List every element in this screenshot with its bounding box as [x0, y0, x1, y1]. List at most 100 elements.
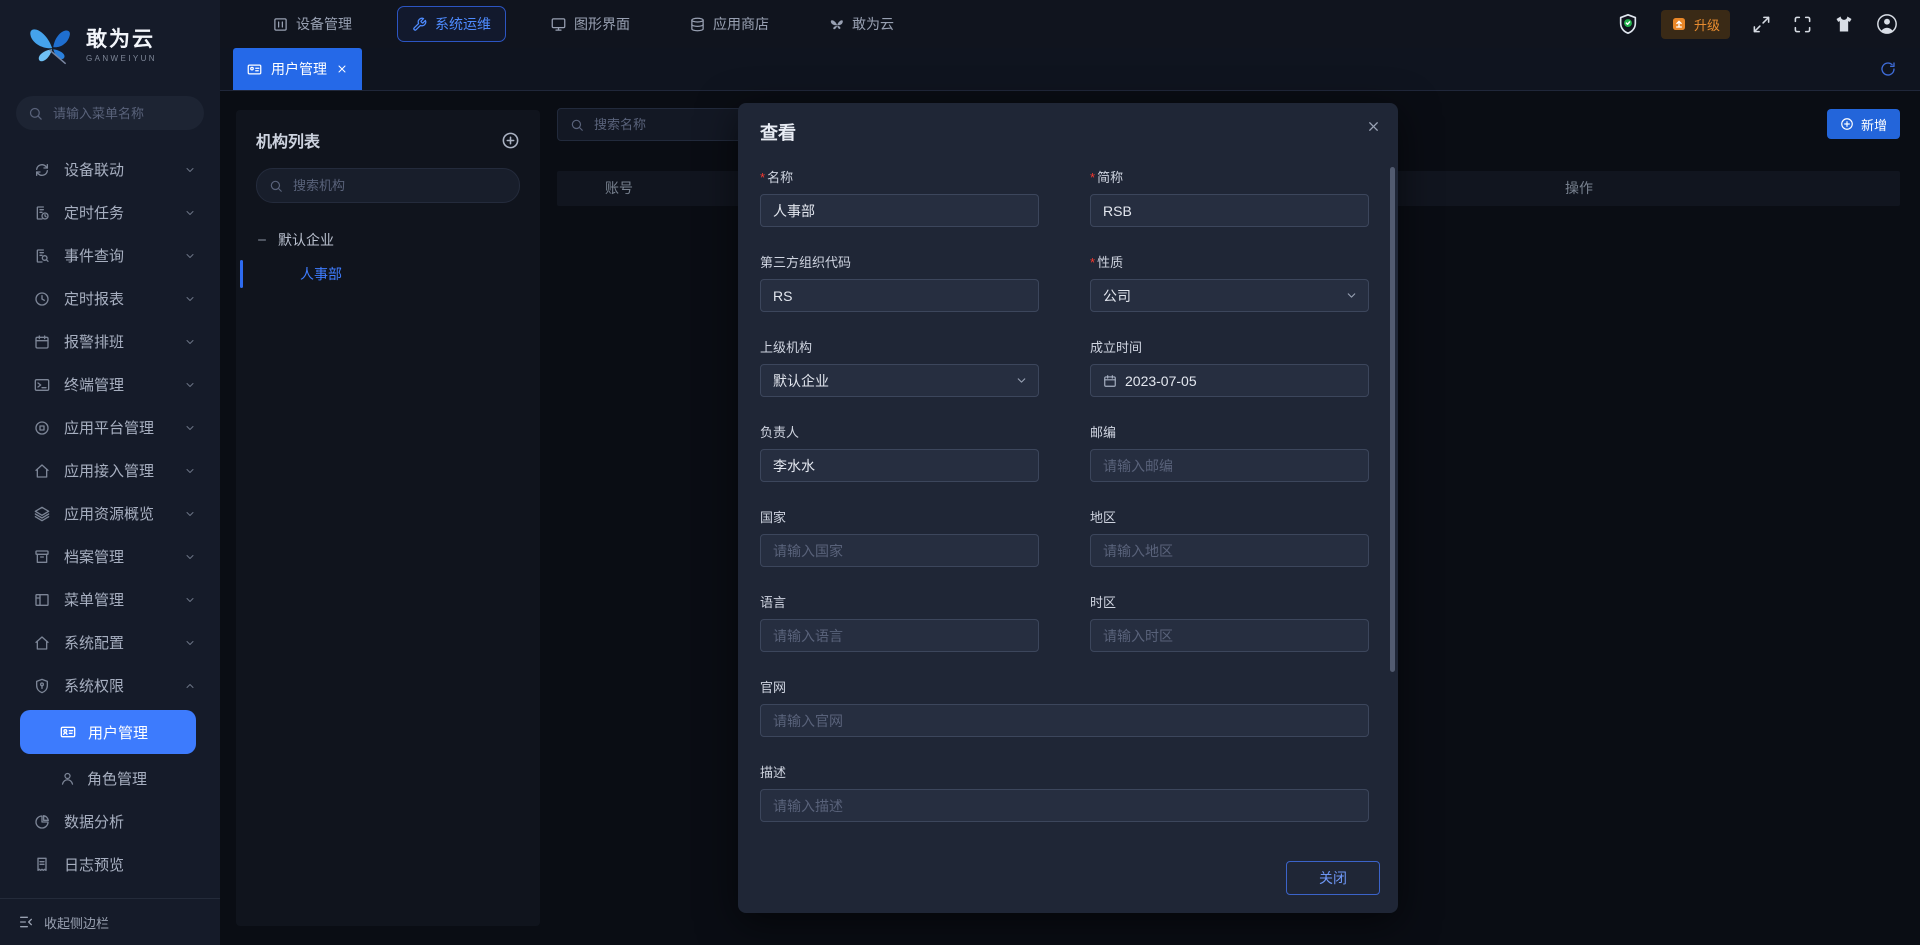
- shortname-field[interactable]: [1090, 194, 1369, 227]
- sidebar-item-label: 系统权限: [64, 678, 125, 695]
- tab-user-management[interactable]: 用户管理: [233, 48, 362, 90]
- database-icon: [691, 17, 704, 31]
- nav-item-graphic-interface[interactable]: 图形界面: [536, 6, 645, 42]
- scan-frame-icon[interactable]: [1793, 15, 1812, 34]
- platform-icon: [35, 420, 49, 435]
- sidebar-item-scheduled-reports[interactable]: 定时报表: [0, 277, 220, 320]
- sidebar-item-device-linkage[interactable]: 设备联动: [0, 148, 220, 191]
- chevron-down-icon: [1347, 293, 1356, 298]
- theme-tshirt-icon[interactable]: [1834, 14, 1854, 34]
- close-button[interactable]: 关闭: [1286, 861, 1380, 895]
- search-icon: [270, 180, 282, 192]
- org-search[interactable]: [256, 168, 520, 203]
- sidebar-item-scheduled-tasks[interactable]: 定时任务: [0, 191, 220, 234]
- sidebar-item-system-permissions[interactable]: 系统权限: [0, 664, 220, 707]
- sidebar-item-archive-management[interactable]: 档案管理: [0, 535, 220, 578]
- wrench-icon: [413, 17, 427, 31]
- sidebar-item-user-management[interactable]: 用户管理: [20, 710, 196, 754]
- website-field[interactable]: [760, 704, 1369, 737]
- field-label-timezone: 时区: [1090, 595, 1117, 610]
- security-shield-icon[interactable]: [1617, 13, 1639, 35]
- chevron-down-icon: [186, 339, 194, 344]
- collapse-minus-icon[interactable]: [256, 234, 268, 246]
- modal-scrollbar[interactable]: [1390, 167, 1395, 672]
- postcode-field[interactable]: [1090, 449, 1369, 482]
- sidebar-item-label: 角色管理: [87, 771, 148, 788]
- add-user-button[interactable]: 新增: [1826, 109, 1900, 139]
- sidebar-item-system-config[interactable]: 系统配置: [0, 621, 220, 664]
- butterfly-icon: [830, 19, 843, 29]
- home-icon: [35, 635, 49, 650]
- menu-search-input[interactable]: [51, 104, 192, 122]
- collapse-label: 收起侧边栏: [44, 915, 110, 931]
- manager-field[interactable]: [760, 449, 1039, 482]
- close-tab-icon[interactable]: [336, 63, 348, 75]
- id-card-icon: [247, 64, 262, 74]
- menu-board-icon: [35, 593, 49, 606]
- nav-item-ganweiyun[interactable]: 敢为云: [814, 6, 909, 42]
- sidebar-item-label: 定时任务: [64, 205, 125, 222]
- upgrade-button[interactable]: 升级: [1660, 9, 1730, 39]
- brand-name: 敢为云: [86, 28, 155, 51]
- nature-select[interactable]: 公司: [1090, 279, 1369, 312]
- field-label-postcode: 邮编: [1090, 425, 1117, 440]
- collapse-sidebar-button[interactable]: 收起侧边栏: [0, 898, 220, 945]
- menu-search[interactable]: [16, 96, 204, 130]
- terminal-icon: [34, 378, 50, 391]
- add-button-label: 新增: [1860, 117, 1887, 133]
- tree-node-label: 默认企业: [278, 232, 334, 248]
- add-org-icon[interactable]: [501, 131, 520, 150]
- top-nav-tools: 升级: [1617, 9, 1920, 39]
- tree-node-default-enterprise[interactable]: 默认企业: [256, 225, 520, 255]
- nav-item-system-operations[interactable]: 系统运维: [397, 6, 506, 42]
- fullscreen-icon[interactable]: [1752, 15, 1771, 34]
- sidebar-item-terminal-management[interactable]: 终端管理: [0, 363, 220, 406]
- sidebar-item-app-access[interactable]: 应用接入管理: [0, 449, 220, 492]
- sidebar-item-label: 菜单管理: [64, 592, 125, 609]
- org-code-field[interactable]: [760, 279, 1039, 312]
- region-field[interactable]: [1090, 534, 1369, 567]
- sidebar-item-label: 系统配置: [64, 635, 125, 652]
- sidebar-item-log-preview[interactable]: 日志预览: [0, 843, 220, 886]
- refresh-icon[interactable]: [1880, 61, 1896, 82]
- sidebar-item-data-analysis[interactable]: 数据分析: [0, 800, 220, 843]
- tree-node-hr-department[interactable]: 人事部: [236, 255, 520, 293]
- language-field[interactable]: [760, 619, 1039, 652]
- chevron-down-icon: [186, 425, 194, 430]
- sidebar-item-label: 日志预览: [64, 857, 125, 874]
- sidebar-item-app-platform[interactable]: 应用平台管理: [0, 406, 220, 449]
- org-list-panel: 机构列表 默认企业 人事部: [236, 110, 540, 926]
- field-label-shortname: 简称: [1090, 167, 1369, 186]
- sidebar-item-menu-management[interactable]: 菜单管理: [0, 578, 220, 621]
- tree-node-label: 人事部: [300, 266, 342, 282]
- sidebar-item-app-resources[interactable]: 应用资源概览: [0, 492, 220, 535]
- org-search-input[interactable]: [291, 177, 507, 194]
- name-field[interactable]: [760, 194, 1039, 227]
- country-field[interactable]: [760, 534, 1039, 567]
- butterfly-logo-icon: [30, 29, 70, 65]
- close-icon[interactable]: [1366, 119, 1381, 134]
- field-label-country: 国家: [760, 510, 787, 525]
- sidebar-item-label: 应用平台管理: [64, 420, 155, 437]
- field-label-description: 描述: [760, 765, 787, 780]
- parent-org-select[interactable]: 默认企业: [760, 364, 1039, 397]
- upgrade-box-icon: [1672, 18, 1685, 30]
- user-avatar-icon[interactable]: [1876, 13, 1898, 35]
- sidebar-item-alarm-scheduling[interactable]: 报警排班: [0, 320, 220, 363]
- sidebar-item-event-query[interactable]: 事件查询: [0, 234, 220, 277]
- timezone-field[interactable]: [1090, 619, 1369, 652]
- sidebar-item-role-management[interactable]: 角色管理: [0, 757, 220, 800]
- archive-icon: [35, 549, 49, 563]
- sidebar-item-label: 事件查询: [64, 248, 125, 265]
- description-field[interactable]: [760, 789, 1369, 822]
- layers-icon: [34, 506, 50, 521]
- collapse-icon: [20, 916, 32, 928]
- field-label-manager: 负责人: [760, 425, 800, 440]
- nav-item-app-store[interactable]: 应用商店: [675, 6, 784, 42]
- sidebar-menu: 设备联动 定时任务 事件查询 定时报表 报警排班 终端管理 应用平台管理 应用接…: [0, 140, 220, 898]
- column-header-account: 账号: [605, 180, 633, 196]
- nav-item-device-management[interactable]: 设备管理: [258, 6, 367, 42]
- founding-date-picker[interactable]: 2023-07-05: [1090, 364, 1369, 397]
- person-icon: [61, 772, 74, 785]
- sidebar-item-label: 用户管理: [88, 724, 149, 742]
